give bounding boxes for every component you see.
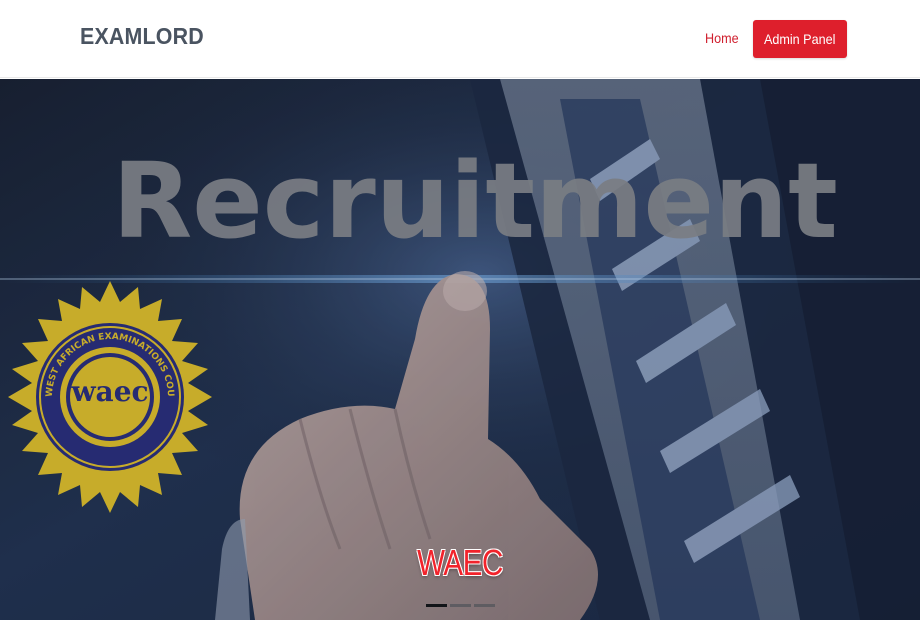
carousel-indicator-1[interactable]: [425, 604, 447, 607]
top-navbar: EXAMLORD Home Admin Panel: [0, 0, 920, 78]
admin-panel-button[interactable]: Admin Panel: [753, 20, 847, 58]
admin-panel-label: Admin Panel: [764, 31, 836, 47]
slide-caption: WAEC: [417, 542, 503, 583]
carousel-indicators: [0, 604, 920, 607]
brand-logo[interactable]: EXAMLORD: [80, 23, 204, 50]
carousel-indicator-2[interactable]: [449, 604, 471, 607]
hero-slide-image: Recruitment THE WEST AFRICAN EXAMINATION…: [0, 79, 920, 620]
carousel-indicator-3[interactable]: [473, 604, 495, 607]
hero-carousel[interactable]: Recruitment THE WEST AFRICAN EXAMINATION…: [0, 79, 920, 620]
nav-home-link[interactable]: Home: [705, 30, 739, 46]
